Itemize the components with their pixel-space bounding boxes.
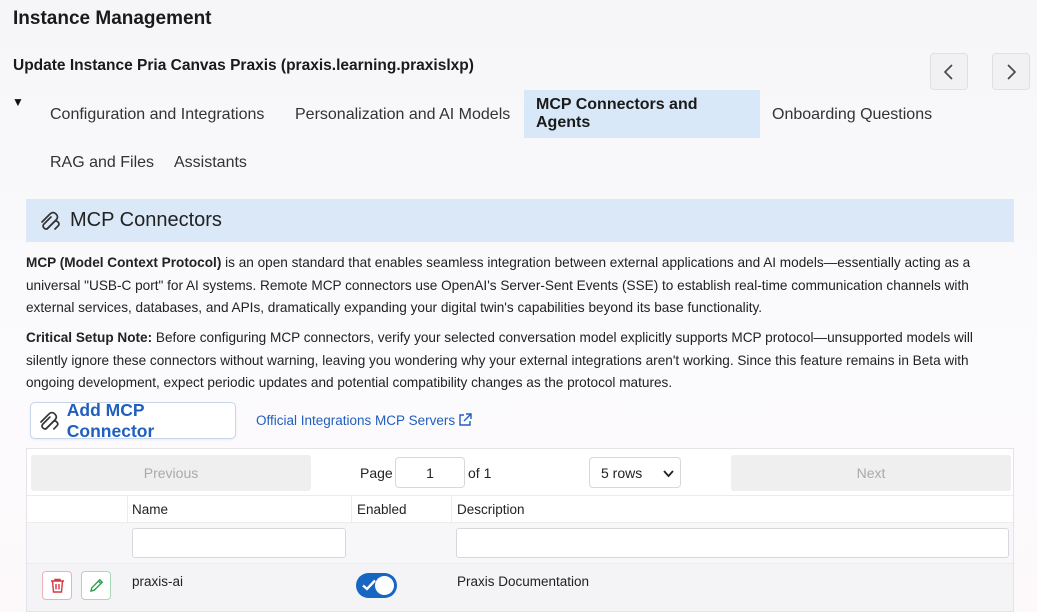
chevron-right-icon — [1007, 63, 1017, 80]
page-count: of 1 — [468, 465, 492, 481]
edit-button[interactable] — [81, 571, 111, 600]
tab-personalization-ai-models[interactable]: Personalization and AI Models — [283, 91, 522, 138]
delete-button[interactable] — [42, 571, 72, 600]
setup-note-text: Before configuring MCP connectors, verif… — [26, 330, 973, 390]
table-row: praxis-ai Praxis Documentation — [27, 564, 1013, 611]
next-page-button[interactable]: Next — [731, 455, 1011, 491]
official-integrations-link[interactable]: Official Integrations MCP Servers — [256, 412, 473, 428]
collapse-toggle[interactable]: ▼ — [12, 95, 24, 109]
column-header-enabled[interactable]: Enabled — [357, 502, 407, 517]
connectors-table: Previous Page of 1 5 rows Next Name Enab… — [26, 448, 1014, 612]
description-filter-input[interactable] — [456, 528, 1009, 558]
filter-row — [27, 523, 1013, 564]
pagination-bar: Previous Page of 1 5 rows Next — [27, 449, 1013, 496]
paperclip-connector-icon — [40, 411, 59, 430]
previous-page-button[interactable]: Previous — [31, 455, 311, 491]
connector-name: praxis-ai — [132, 574, 184, 589]
tab-label: MCP Connectors and Agents — [536, 96, 698, 131]
tab-label: Onboarding Questions — [772, 105, 933, 123]
tab-assistants[interactable]: Assistants — [162, 139, 259, 186]
tab-configuration-integrations[interactable]: Configuration and Integrations — [38, 91, 276, 138]
mcp-term: MCP (Model Context Protocol) — [26, 255, 222, 270]
mcp-description: MCP (Model Context Protocol) is an open … — [26, 252, 1016, 320]
paperclip-connector-icon — [41, 211, 60, 230]
add-mcp-connector-button[interactable]: Add MCP Connector — [30, 399, 236, 441]
pencil-icon — [89, 578, 103, 592]
rows-per-page-select[interactable]: 5 rows — [589, 457, 681, 488]
tab-label: Personalization and AI Models — [295, 105, 511, 123]
tab-onboarding-questions[interactable]: Onboarding Questions — [760, 91, 944, 138]
section-header: MCP Connectors — [26, 199, 1014, 242]
official-integrations-label: Official Integrations MCP Servers — [256, 412, 456, 428]
setup-note-label: Critical Setup Note: — [26, 330, 153, 345]
add-mcp-connector-label: Add MCP Connector — [66, 399, 155, 441]
name-filter-input[interactable] — [132, 528, 346, 558]
previous-instance-button[interactable] — [930, 53, 968, 90]
instance-subtitle: Update Instance Pria Canvas Praxis (prax… — [13, 57, 474, 74]
tab-label: Assistants — [174, 153, 247, 171]
section-title: MCP Connectors — [70, 209, 222, 231]
setup-note: Critical Setup Note: Before configuring … — [26, 327, 1016, 395]
table-header: Name Enabled Description — [27, 496, 1013, 523]
page-title: Instance Management — [13, 8, 212, 29]
tab-label: RAG and Files — [50, 153, 155, 171]
column-header-name[interactable]: Name — [132, 502, 168, 517]
tab-rag-files[interactable]: RAG and Files — [38, 139, 166, 186]
column-header-description[interactable]: Description — [457, 502, 525, 517]
tab-mcp-connectors-agents[interactable]: MCP Connectors and Agents — [524, 90, 760, 138]
page-number-input[interactable] — [395, 457, 465, 488]
connector-description: Praxis Documentation — [457, 574, 590, 589]
page-label: Page — [360, 465, 393, 481]
external-link-icon — [459, 413, 472, 426]
chevron-down-icon — [663, 470, 674, 478]
next-instance-button[interactable] — [992, 53, 1030, 90]
enabled-toggle[interactable] — [356, 573, 397, 598]
rows-per-page-value: 5 rows — [601, 464, 643, 481]
trash-icon — [50, 578, 64, 593]
toggle-knob — [375, 576, 394, 595]
tab-label: Configuration and Integrations — [50, 105, 265, 123]
chevron-left-icon — [943, 63, 953, 80]
